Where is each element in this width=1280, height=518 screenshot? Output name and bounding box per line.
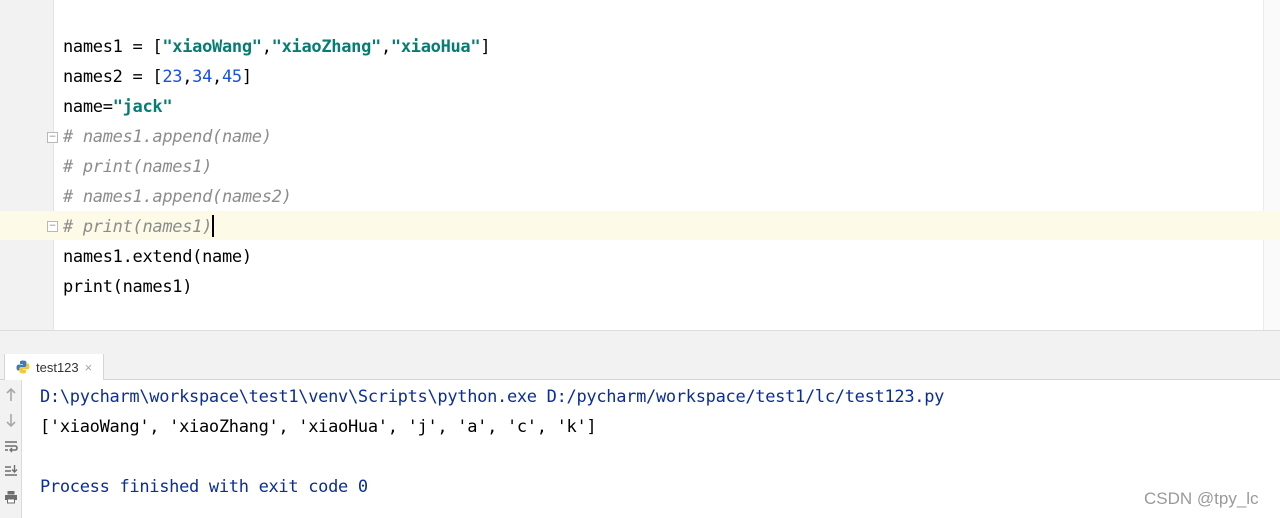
console-exit-line[interactable]: Process finished with exit code 0: [40, 472, 368, 502]
code-line-8[interactable]: names1.extend(name): [63, 242, 252, 272]
code-line-2[interactable]: names2 = [23,34,45]: [63, 62, 252, 92]
editor-gutter: [0, 0, 54, 330]
code-line-7[interactable]: # print(names1): [63, 212, 212, 242]
print-icon[interactable]: [2, 488, 20, 506]
code-editor[interactable]: names1 = ["xiaoWang","xiaoZhang","xiaoHu…: [0, 0, 1280, 330]
run-tab-test123[interactable]: test123 ×: [4, 354, 104, 380]
run-toolbar: [0, 380, 22, 518]
code-line-1[interactable]: names1 = ["xiaoWang","xiaoZhang","xiaoHu…: [63, 32, 491, 62]
editor-error-stripe: [1263, 0, 1280, 330]
watermark: CSDN @tpy_lc: [1144, 489, 1259, 508]
code-line-5[interactable]: # print(names1): [63, 152, 212, 182]
python-icon: [16, 360, 30, 374]
run-console[interactable]: D:\pycharm\workspace\test1\venv\Scripts\…: [22, 380, 1280, 518]
arrow-up-icon[interactable]: [2, 386, 20, 404]
code-line-9[interactable]: print(names1): [63, 272, 192, 302]
fold-toggle-icon[interactable]: −: [47, 132, 58, 143]
tool-window-divider[interactable]: [0, 330, 1280, 354]
code-line-4[interactable]: # names1.append(name): [63, 122, 272, 152]
code-line-3[interactable]: name="jack": [63, 92, 173, 122]
console-output-line[interactable]: ['xiaoWang', 'xiaoZhang', 'xiaoHua', 'j'…: [40, 412, 597, 442]
run-tab-label: test123: [36, 359, 79, 375]
fold-end-icon[interactable]: −: [47, 221, 58, 232]
close-icon[interactable]: ×: [85, 360, 93, 375]
scroll-to-end-icon[interactable]: [2, 462, 20, 480]
code-line-6[interactable]: # names1.append(names2): [63, 182, 292, 212]
soft-wrap-icon[interactable]: [2, 437, 20, 455]
arrow-down-icon[interactable]: [2, 411, 20, 429]
console-command-line[interactable]: D:\pycharm\workspace\test1\venv\Scripts\…: [40, 382, 944, 412]
run-tab-bar: test123 ×: [0, 354, 1280, 380]
text-cursor: [212, 215, 214, 237]
